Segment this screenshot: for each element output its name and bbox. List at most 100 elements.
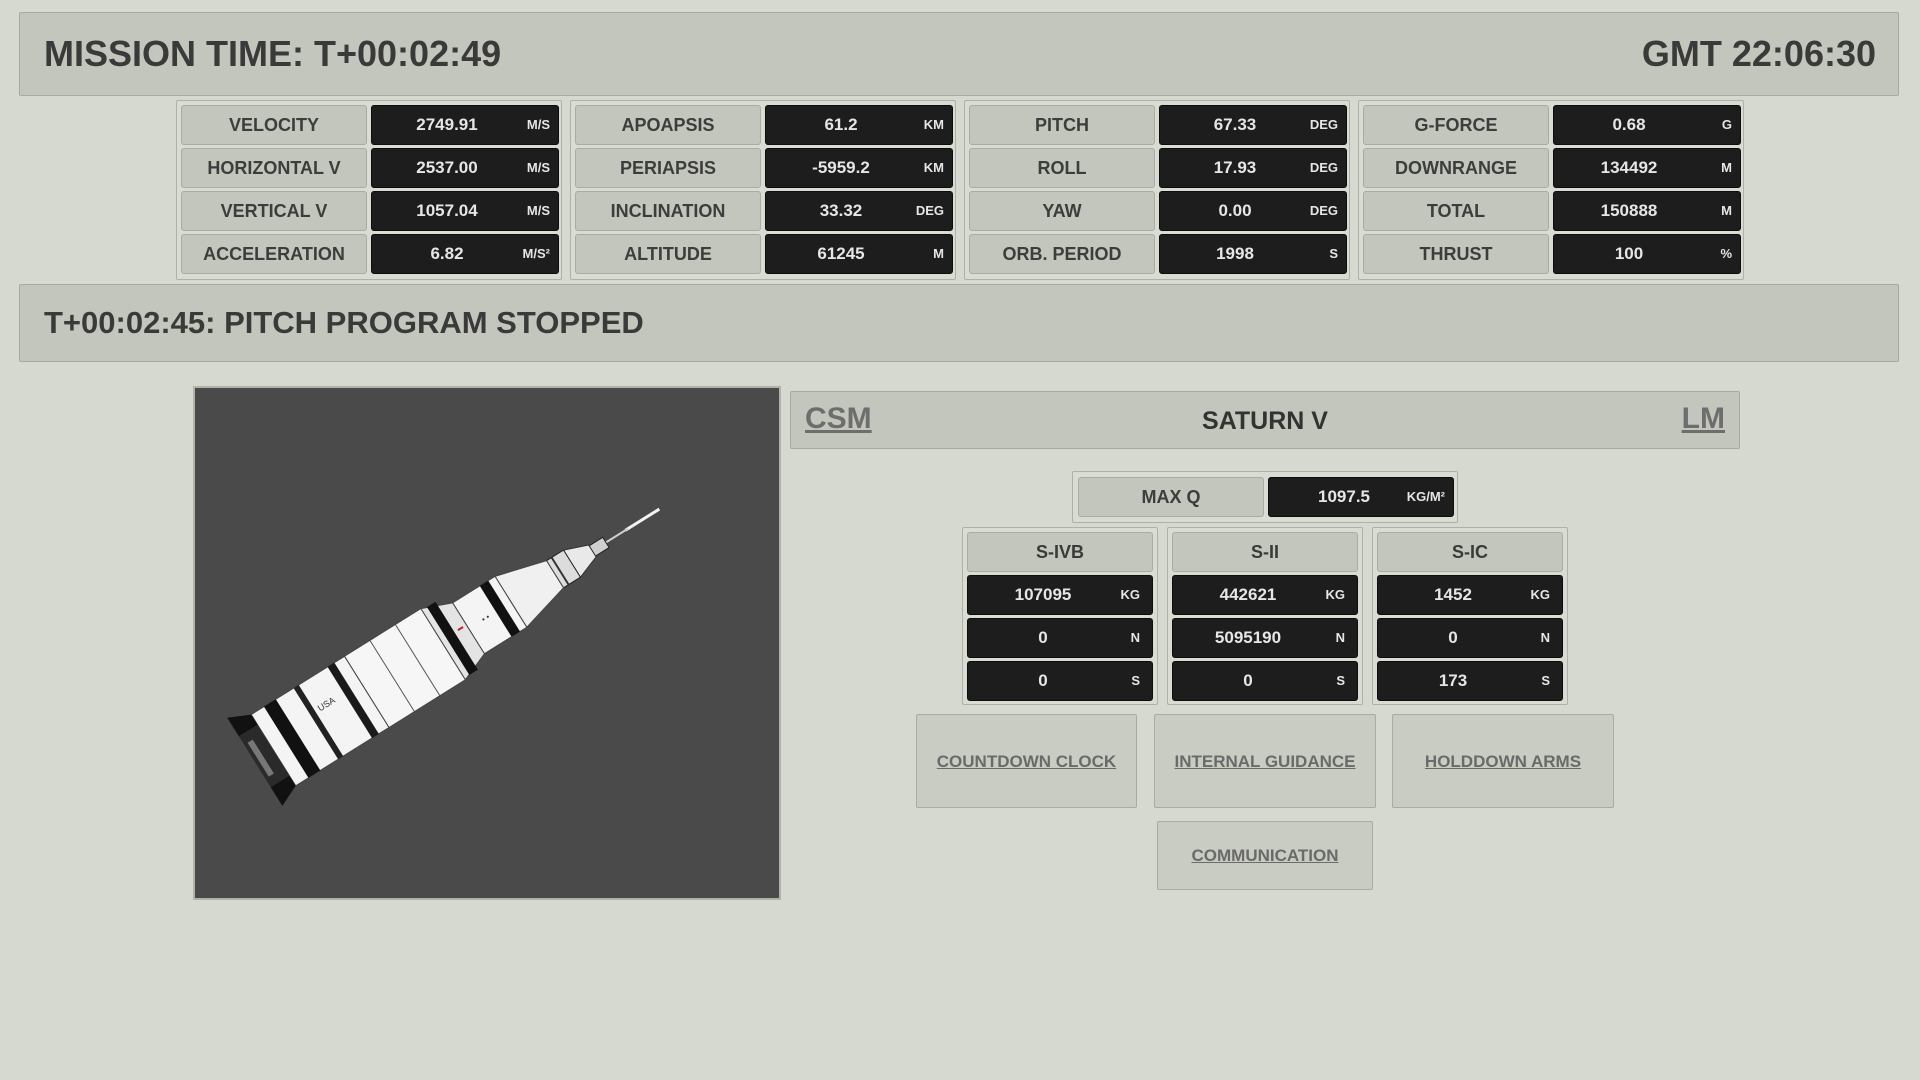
telemetry-row: YAW 0.00 DEG (969, 191, 1347, 231)
telemetry-unit: DEG (1309, 203, 1338, 218)
telemetry-value-box: 150888 M (1553, 191, 1741, 231)
telemetry-label: TOTAL (1363, 191, 1549, 231)
telemetry-label: ALTITUDE (575, 234, 761, 274)
telemetry-value-box: 1998 S (1159, 234, 1347, 274)
stage-thrust-box: 0N (1377, 618, 1563, 658)
telemetry-value-box: 33.32 DEG (765, 191, 953, 231)
lm-link[interactable]: LM (1682, 402, 1725, 436)
telemetry-value-box: 1057.04 M/S (371, 191, 559, 231)
telemetry-row: TOTAL 150888 M (1363, 191, 1741, 231)
telemetry-value: 17.93 (1213, 158, 1257, 177)
stage-mass: 1452 (1434, 585, 1472, 604)
telemetry-row: APOAPSIS 61.2 KM (575, 105, 953, 145)
max-q-label: MAX Q (1078, 477, 1264, 517)
telemetry-group-attitude: PITCH 67.33 DEG ROLL 17.93 DEG YAW 0.00 DEG… (964, 100, 1350, 280)
telemetry-value: 67.33 (1213, 115, 1257, 134)
telemetry-value-box: -5959.2 KM (765, 148, 953, 188)
stage-time: 0 (1038, 671, 1048, 690)
telemetry-row: HORIZONTAL V 2537.00 M/S (181, 148, 559, 188)
stage-thrust: 5095190 (1214, 628, 1282, 647)
stage-time-box: 0S (967, 661, 1153, 701)
stage-mass-box: 442621 KG (1172, 575, 1358, 615)
telemetry-label: PERIAPSIS (575, 148, 761, 188)
stage-thrust-unit: N (1335, 630, 1345, 645)
telemetry-row: ORB. PERIOD 1998 S (969, 234, 1347, 274)
holddown-arms-button[interactable]: HOLDDOWN ARMS (1392, 714, 1614, 808)
stage-name: S-IVB (967, 532, 1153, 572)
telemetry-value-box: 61245 M (765, 234, 953, 274)
vehicle-name: SATURN V (1202, 407, 1328, 435)
telemetry-value-box: 134492 M (1553, 148, 1741, 188)
telemetry-unit: M/S² (522, 246, 550, 261)
telemetry-unit: DEG (1309, 160, 1338, 175)
stage-time: 0 (1243, 671, 1253, 690)
telemetry-value-box: 61.2 KM (765, 105, 953, 145)
telemetry-value: 2749.91 (416, 115, 478, 134)
telemetry-value: 134492 (1600, 158, 1658, 177)
telemetry-label: ROLL (969, 148, 1155, 188)
gmt-clock: GMT 22:06:30 (1641, 33, 1876, 74)
telemetry-row: INCLINATION 33.32 DEG (575, 191, 953, 231)
telemetry-unit: G (1721, 117, 1732, 132)
telemetry-value: 100 (1614, 244, 1644, 263)
telemetry-unit: KM (923, 117, 944, 132)
telemetry-label: INCLINATION (575, 191, 761, 231)
stage-thrust-box: 0N (967, 618, 1153, 658)
telemetry-value-box: 6.82 M/S² (371, 234, 559, 274)
max-q-value-box: 1097.5 KG/M² (1268, 477, 1454, 517)
telemetry-value: 150888 (1600, 201, 1658, 220)
telemetry-group-forces: G-FORCE 0.68 G DOWNRANGE 134492 M TOTAL 15… (1358, 100, 1744, 280)
telemetry-row: G-FORCE 0.68 G (1363, 105, 1741, 145)
telemetry-value: 1057.04 (416, 201, 478, 220)
telemetry-value-box: 2749.91 M/S (371, 105, 559, 145)
telemetry-unit: M (1721, 203, 1732, 218)
telemetry-value: 33.32 (819, 201, 863, 220)
vehicle-selector: CSM SATURN V LM (790, 391, 1740, 449)
telemetry-value: 2537.00 (416, 158, 478, 177)
telemetry-row: PITCH 67.33 DEG (969, 105, 1347, 145)
stage-mass: 107095 (1014, 585, 1072, 604)
telemetry-unit: M/S (526, 160, 550, 175)
telemetry-value-box: 0.00 DEG (1159, 191, 1347, 231)
telemetry-label: YAW (969, 191, 1155, 231)
telemetry-value: -5959.2 (812, 158, 870, 177)
stage-name: S-IC (1377, 532, 1563, 572)
mission-time: MISSION TIME: T+00:02:49 (44, 33, 502, 74)
event-message: T+00:02:45: PITCH PROGRAM STOPPED (44, 305, 644, 340)
stage-thrust: 0 (1038, 628, 1048, 647)
communication-button[interactable]: COMMUNICATION (1157, 821, 1373, 890)
stage-time-unit: S (1131, 673, 1140, 688)
telemetry-label: PITCH (969, 105, 1155, 145)
telemetry-row: ACCELERATION 6.82 M/S² (181, 234, 559, 274)
telemetry-label: VERTICAL V (181, 191, 367, 231)
event-log: T+00:02:45: PITCH PROGRAM STOPPED (19, 284, 1899, 362)
stage-mass: 442621 (1219, 585, 1277, 604)
telemetry-label: G-FORCE (1363, 105, 1549, 145)
countdown-clock-button[interactable]: COUNTDOWN CLOCK (916, 714, 1137, 808)
telemetry-label: DOWNRANGE (1363, 148, 1549, 188)
telemetry-value: 61.2 (824, 115, 858, 134)
telemetry-value: 0.00 (1218, 201, 1252, 220)
max-q-panel: MAX Q 1097.5 KG/M² (1072, 471, 1458, 523)
telemetry-row: PERIAPSIS -5959.2 KM (575, 148, 953, 188)
telemetry-label: THRUST (1363, 234, 1549, 274)
telemetry-value: 6.82 (430, 244, 464, 263)
telemetry-group-velocity: VELOCITY 2749.91 M/S HORIZONTAL V 2537.00… (176, 100, 562, 280)
telemetry-unit: S (1329, 246, 1338, 261)
telemetry-row: ROLL 17.93 DEG (969, 148, 1347, 188)
telemetry-value-box: 0.68 G (1553, 105, 1741, 145)
stage-mass-box: 1452 KG (1377, 575, 1563, 615)
stage-mass-box: 107095 KG (967, 575, 1153, 615)
telemetry-label: HORIZONTAL V (181, 148, 367, 188)
stage-panel-s-ic: S-IC 1452 KG 0N 173 S (1372, 527, 1568, 705)
mission-header: MISSION TIME: T+00:02:49 GMT 22:06:30 (19, 12, 1899, 96)
max-q-unit: KG/M² (1406, 489, 1445, 504)
internal-guidance-button[interactable]: INTERNAL GUIDANCE (1154, 714, 1376, 808)
telemetry-label: APOAPSIS (575, 105, 761, 145)
stage-thrust-box: 5095190 N (1172, 618, 1358, 658)
telemetry-value: 61245 (817, 244, 865, 263)
telemetry-unit: % (1720, 246, 1732, 261)
telemetry-unit: M (1721, 160, 1732, 175)
telemetry-unit: DEG (1309, 117, 1338, 132)
stage-thrust: 0 (1448, 628, 1458, 647)
